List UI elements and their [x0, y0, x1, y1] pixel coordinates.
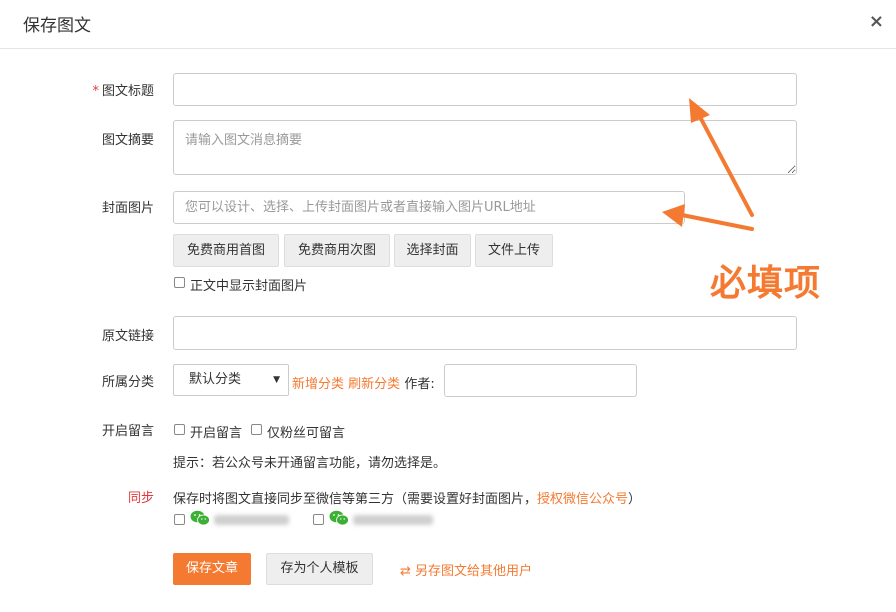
author-input[interactable] [444, 364, 637, 397]
fans-only-label: 仅粉丝可留言 [267, 426, 346, 441]
title-input[interactable] [173, 73, 797, 106]
cover-url-input[interactable] [173, 191, 685, 224]
save-article-button[interactable]: 保存文章 [173, 553, 251, 585]
summary-textarea[interactable] [173, 120, 797, 175]
wechat-icon [329, 510, 349, 526]
sync-description: 保存时将图文直接同步至微信等第三方（需要设置好封面图片，授权微信公众号） [173, 492, 642, 507]
title-label: * 图文标题 [92, 84, 154, 99]
dropdown-arrow-icon: ▼ [273, 375, 280, 385]
cover-label: 封面图片 [101, 201, 154, 216]
source-link-input[interactable] [173, 316, 797, 350]
source-link-label: 原文链接 [101, 329, 154, 344]
author-label: 作者: [404, 377, 435, 392]
comment-label: 开启留言 [101, 424, 154, 439]
account-name-redacted [353, 515, 433, 525]
required-mark: * [92, 84, 99, 99]
free-secondary-image-button[interactable]: 免费商用次图 [284, 234, 390, 267]
dialog-title: 保存图文 [23, 16, 91, 36]
save-template-button[interactable]: 存为个人模板 [266, 553, 373, 585]
required-annotation: 必填项 [710, 263, 822, 304]
sync-account-checkbox-2[interactable] [313, 514, 324, 525]
arrow-to-cover [680, 213, 754, 231]
close-icon[interactable]: × [869, 12, 884, 32]
category-links: 新增分类 刷新分类 作者: [292, 373, 435, 392]
show-cover-checkbox[interactable] [174, 277, 185, 288]
sync-account-checkbox-1[interactable] [174, 514, 185, 525]
fans-only-checkbox[interactable] [251, 424, 262, 435]
wechat-icon [190, 510, 210, 526]
file-upload-button[interactable]: 文件上传 [475, 234, 553, 267]
select-cover-button[interactable]: 选择封面 [394, 234, 471, 267]
enable-comment-label: 开启留言 [190, 426, 243, 441]
category-select[interactable]: 默认分类 ▼ [173, 364, 289, 396]
show-cover-label: 正文中显示封面图片 [190, 279, 308, 294]
category-label: 所属分类 [101, 375, 154, 390]
refresh-category-link[interactable]: 刷新分类 [348, 377, 400, 392]
swap-icon: ⇄ [400, 564, 411, 579]
account-name-redacted [214, 515, 289, 525]
sync-label: 同步 [127, 491, 154, 506]
category-selected-value: 默认分类 [189, 372, 242, 387]
enable-comment-checkbox[interactable] [174, 424, 185, 435]
authorize-wechat-link[interactable]: 授权微信公众号 [537, 492, 628, 507]
free-header-image-button[interactable]: 免费商用首图 [173, 234, 279, 267]
summary-label: 图文摘要 [101, 133, 154, 148]
save-as-other-user-link[interactable]: ⇄ 另存图文给其他用户 [400, 560, 532, 579]
dialog-header: 保存图文 × [0, 0, 896, 49]
comment-hint: 提示：若公众号未开通留言功能，请勿选择是。 [173, 456, 447, 471]
add-category-link[interactable]: 新增分类 [292, 377, 344, 392]
